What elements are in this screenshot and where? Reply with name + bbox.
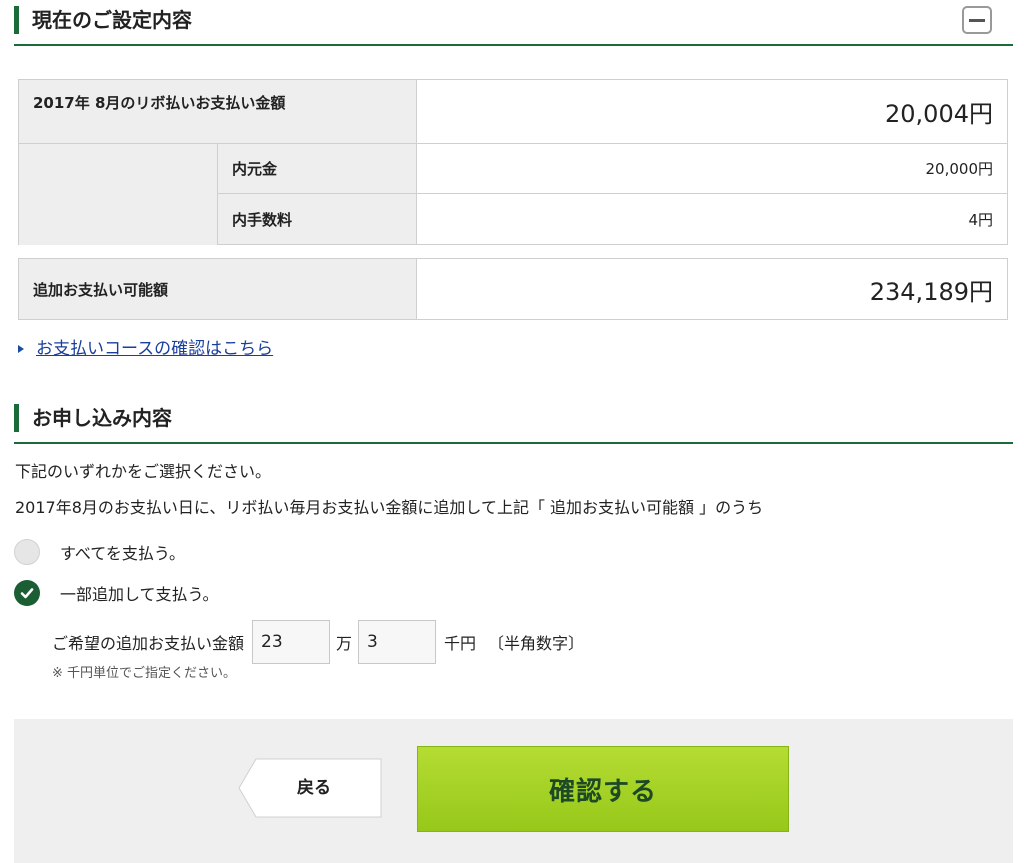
table-row: 2017年 8月のリボ払いお支払い金額 20,004円 [18,79,1008,144]
sen-amount-input[interactable] [358,620,437,664]
section-rule [14,442,1013,444]
checkmark-icon [20,588,34,599]
fee-label: 内手数料 [217,193,417,245]
man-amount-input[interactable] [252,620,331,664]
minus-icon [969,18,985,22]
radio-pay-all[interactable]: すべてを支払う。 [14,538,185,566]
description-text: 2017年8月のお支払い日に、リボ払い毎月お支払い金額に追加して上記「 追加お支… [15,498,764,517]
current-settings-header: 現在のご設定内容 [14,6,1013,48]
additional-amount-label: 追加お支払い可能額 [18,258,417,320]
course-link[interactable]: お支払いコースの確認はこちら [36,339,273,359]
principal-label: 内元金 [217,143,417,194]
indent-cell [18,143,218,194]
monthly-amount-value: 20,004円 [416,79,1008,144]
instruction-text: 下記のいずれかをご選択ください。 [15,462,272,481]
radio-label: すべてを支払う。 [60,544,185,563]
application-header: お申し込み内容 [14,404,1013,446]
indent-cell [18,193,218,245]
radio-pay-partial[interactable]: 一部追加して支払う。 [14,579,219,607]
course-link-row: お支払いコースの確認はこちら [18,334,273,359]
format-hint: 〔半角数字〕 [488,634,585,653]
collapse-button[interactable] [962,6,992,34]
monthly-amount-label: 2017年 8月のリボ払いお支払い金額 [18,79,417,144]
section-marker [14,6,19,34]
additional-payment-table: 追加お支払い可能額 234,189円 [18,258,1008,320]
man-unit: 万 [336,634,353,653]
table-row: 内手数料 4円 [18,193,1008,245]
radio-checked-icon [14,580,40,606]
confirm-button-label: 確認する [548,776,657,807]
confirm-button[interactable]: 確認する [417,746,789,832]
section-title: 現在のご設定内容 [32,8,192,32]
amount-input-row: ご希望の追加お支払い金額 万 千円 〔半角数字〕 [52,620,584,664]
section-title: お申し込み内容 [32,406,172,430]
section-rule [14,44,1013,46]
payment-summary-table: 2017年 8月のリボ払いお支払い金額 20,004円 内元金 20,000円 … [18,79,1008,245]
fee-value: 4円 [416,193,1008,245]
radio-label: 一部追加して支払う。 [60,585,219,604]
thousand-unit-note: ※ 千円単位でご指定ください。 [52,666,237,681]
radio-unchecked-icon [14,539,40,565]
sen-unit: 千円 [444,634,477,653]
table-row: 追加お支払い可能額 234,189円 [18,258,1008,320]
back-button[interactable]: 戻る [238,758,382,818]
table-row: 内元金 20,000円 [18,143,1008,194]
additional-amount-value: 234,189円 [416,258,1008,320]
principal-value: 20,000円 [416,143,1008,194]
back-button-label: 戻る [297,778,331,798]
section-marker [14,404,19,432]
amount-label: ご希望の追加お支払い金額 [52,634,245,653]
triangle-bullet-icon [18,345,24,353]
